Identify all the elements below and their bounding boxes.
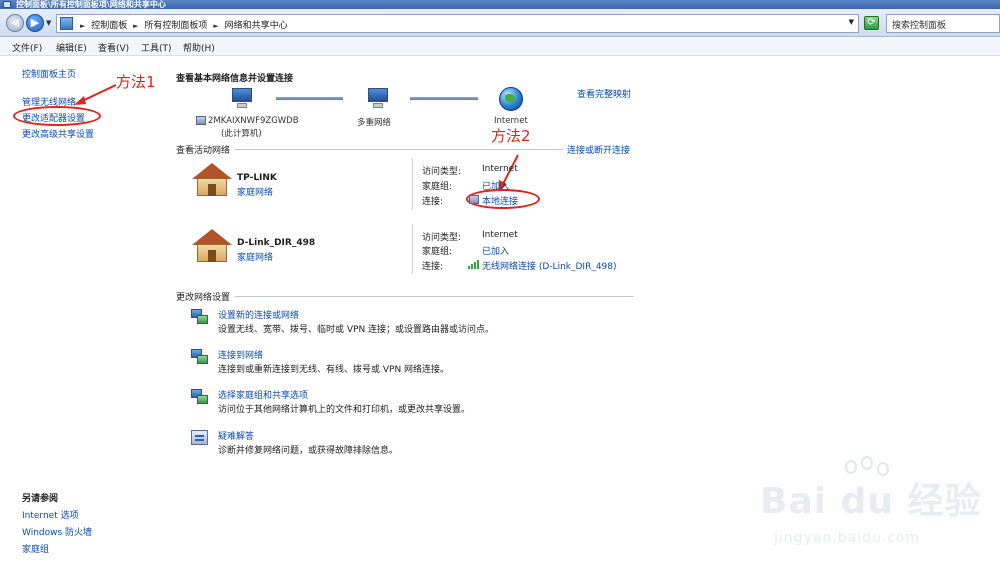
paw-icon <box>861 456 873 470</box>
network-name: D-Link_DIR_498 <box>237 238 316 248</box>
control-panel-icon <box>3 1 11 8</box>
watermark-brand: Bai du 经验 <box>760 481 982 522</box>
view-full-map-link[interactable]: 查看完整映射 <box>577 87 631 100</box>
see-also-internet-options[interactable]: Internet 选项 <box>22 508 79 521</box>
task-desc: 设置无线、宽带、拨号、临时或 VPN 连接；或设置路由器或访问点。 <box>218 325 495 335</box>
troubleshoot-icon <box>191 430 208 445</box>
multiple-networks-icon <box>365 88 391 110</box>
homegroup-joined-link[interactable]: 已加入 <box>482 244 509 257</box>
divider <box>412 158 413 210</box>
task-desc: 诊断并修复网络问题，或获得故障排除信息。 <box>218 446 399 456</box>
access-type-value: Internet <box>482 164 518 174</box>
task-setup-new-connection[interactable]: 设置新的连接或网络 <box>218 308 299 321</box>
wireless-connection-link[interactable]: 无线网络连接 (D-Link_DIR_498) <box>482 259 617 272</box>
see-also-title: 另请参阅 <box>22 494 59 504</box>
homegroup-icon <box>196 116 206 125</box>
active-networks-title: 查看活动网络 <box>176 146 231 156</box>
title-bar: 控制面板\所有控制面板项\网络和共享中心 <box>0 0 1000 9</box>
annotation-method1: 方法1 <box>116 73 156 91</box>
task-desc: 访问位于其他网络计算机上的文件和打印机，或更改共享设置。 <box>218 405 471 415</box>
computer-icon <box>229 88 255 110</box>
back-button[interactable]: ◀ <box>6 14 24 32</box>
chevron-down-icon[interactable]: ▼ <box>849 18 854 26</box>
menu-file[interactable]: 文件(F) <box>12 41 42 54</box>
home-network-icon[interactable] <box>192 163 232 197</box>
task-connect-to-network[interactable]: 连接到网络 <box>218 348 263 361</box>
chevron-right-icon[interactable]: ► <box>213 22 218 30</box>
wired-connection-icon <box>469 195 479 204</box>
sidebar-link-control-panel-home[interactable]: 控制面板主页 <box>22 67 76 80</box>
task-troubleshoot[interactable]: 疑难解答 <box>218 429 254 442</box>
window-title: 控制面板\所有控制面板项\网络和共享中心 <box>16 0 166 9</box>
network-line <box>276 97 343 100</box>
see-also-homegroup[interactable]: 家庭组 <box>22 542 49 555</box>
menu-edit[interactable]: 编辑(E) <box>56 41 87 54</box>
recent-pages-dropdown-icon[interactable]: ▼ <box>46 19 54 27</box>
annotation-method2: 方法2 <box>491 127 531 145</box>
network-name: TP-LINK <box>237 173 277 183</box>
homegroup-joined-link[interactable]: 已加入 <box>482 179 509 192</box>
computer-name: 2MKAIXNWF9ZGWDB <box>208 116 299 126</box>
divider <box>235 296 634 297</box>
homegroup-sharing-icon <box>191 389 209 405</box>
internet-label: Internet <box>494 116 528 126</box>
network-line <box>410 97 478 100</box>
breadcrumb[interactable]: ► 控制面板 ► 所有控制面板项 ► 网络和共享中心 ▼ <box>56 14 859 33</box>
network-type-link[interactable]: 家庭网络 <box>237 250 273 263</box>
computer-sub: (此计算机) <box>221 129 262 139</box>
connect-disconnect-link[interactable]: 连接或断开连接 <box>567 143 630 156</box>
control-panel-icon <box>60 17 73 30</box>
breadcrumb-item[interactable]: 网络和共享中心 <box>225 21 288 31</box>
task-desc: 连接到或重新连接到无线、有线、拨号或 VPN 网络连接。 <box>218 365 450 375</box>
network-type-link[interactable]: 家庭网络 <box>237 185 273 198</box>
annotation-circle-adapter <box>13 106 101 126</box>
divider <box>412 224 413 274</box>
menu-tools[interactable]: 工具(T) <box>141 41 172 54</box>
forward-button[interactable]: ▶ <box>26 14 44 32</box>
divider <box>235 149 563 150</box>
sidebar-link-advanced-sharing[interactable]: 更改高级共享设置 <box>22 127 94 140</box>
homegroup-label: 家庭组: <box>422 247 453 257</box>
internet-globe-icon <box>499 87 523 111</box>
wireless-signal-icon <box>468 260 480 269</box>
access-type-label: 访问类型: <box>422 167 462 177</box>
connection-label: 连接: <box>422 262 444 272</box>
homegroup-label: 家庭组: <box>422 182 453 192</box>
menu-help[interactable]: 帮助(H) <box>183 41 215 54</box>
refresh-button[interactable]: ⟳ <box>864 16 879 30</box>
connection-label: 连接: <box>422 197 444 207</box>
chevron-right-icon[interactable]: ► <box>80 22 85 30</box>
access-type-label: 访问类型: <box>422 233 462 243</box>
breadcrumb-item[interactable]: 所有控制面板项 <box>144 21 207 31</box>
multiple-networks-label: 多重网络 <box>357 118 392 128</box>
page-title: 查看基本网络信息并设置连接 <box>176 74 294 84</box>
change-settings-title: 更改网络设置 <box>176 293 231 303</box>
search-placeholder: 搜索控制面板 <box>892 21 947 31</box>
address-toolbar: ◀ ▶ ▼ ► 控制面板 ► 所有控制面板项 ► 网络和共享中心 ▼ ⟳ 搜索控… <box>0 9 1000 37</box>
home-network-icon[interactable] <box>192 229 232 263</box>
menu-bar: 文件(F) 编辑(E) 查看(V) 工具(T) 帮助(H) <box>0 37 1000 56</box>
chevron-right-icon[interactable]: ► <box>133 22 138 30</box>
watermark-url: jingyan.baidu.com <box>774 530 921 546</box>
access-type-value: Internet <box>482 230 518 240</box>
menu-view[interactable]: 查看(V) <box>98 41 129 54</box>
connect-to-network-icon <box>191 349 209 365</box>
new-connection-icon <box>191 309 209 325</box>
see-also-windows-firewall[interactable]: Windows 防火墙 <box>22 525 92 538</box>
breadcrumb-item[interactable]: 控制面板 <box>91 21 127 31</box>
baidu-watermark: Bai du 经验 jingyan.baidu.com <box>760 456 990 560</box>
annotation-arrow-1 <box>74 84 117 105</box>
local-connection-link[interactable]: 本地连接 <box>482 194 518 207</box>
search-input[interactable]: 搜索控制面板 <box>886 14 1000 33</box>
task-homegroup-sharing[interactable]: 选择家庭组和共享选项 <box>218 388 308 401</box>
